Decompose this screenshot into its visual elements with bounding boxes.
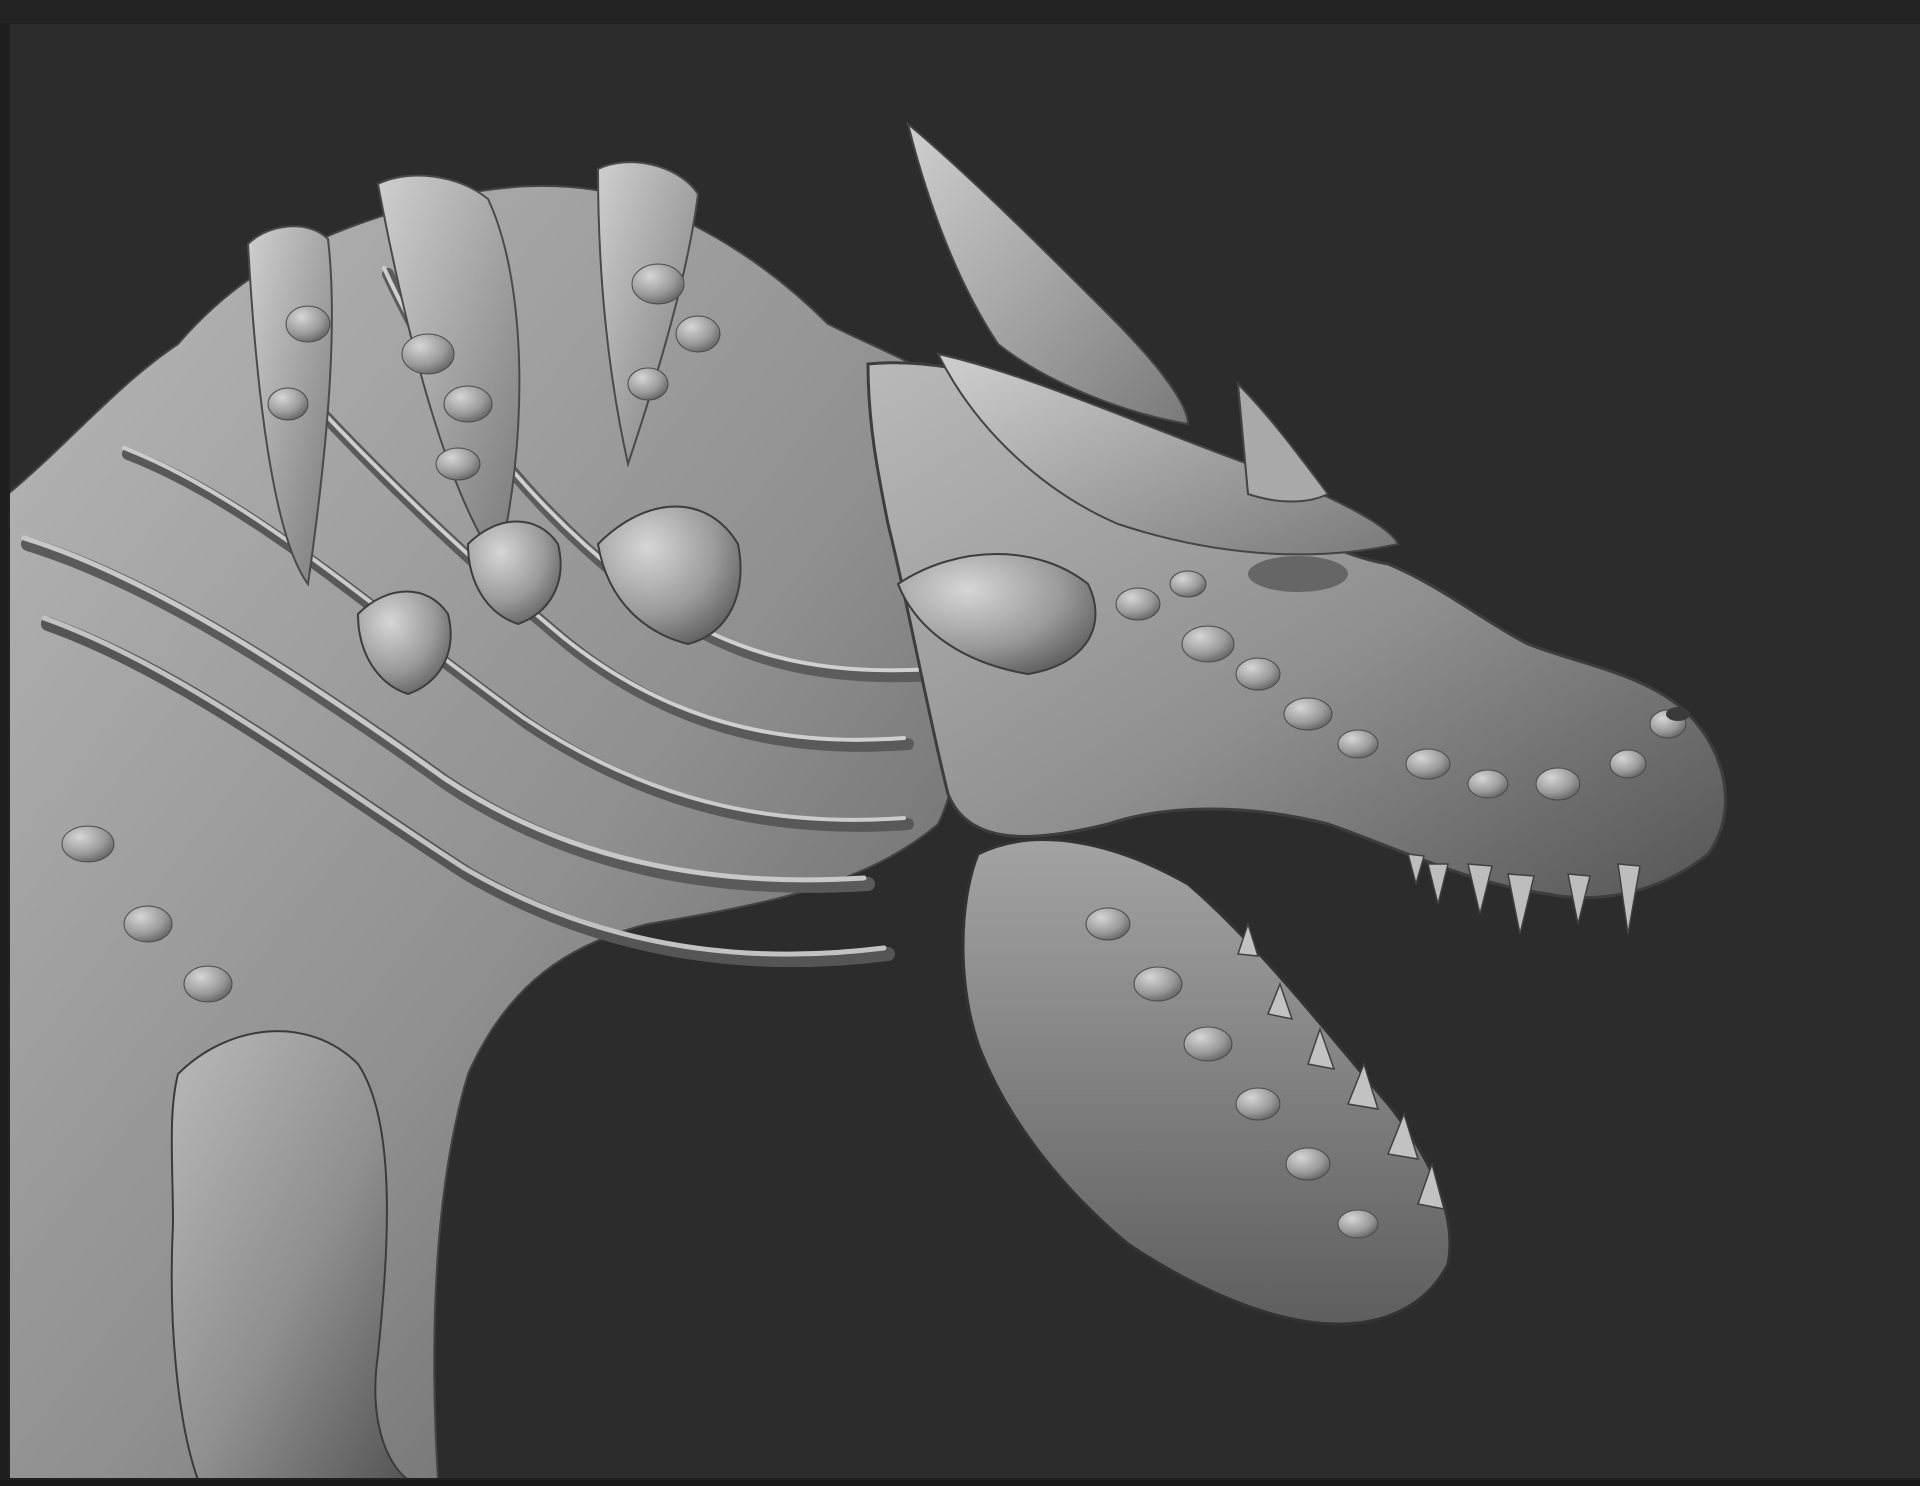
eye-socket: [1248, 556, 1348, 592]
nostril: [1666, 707, 1690, 721]
3d-viewport-canvas[interactable]: [8, 24, 1920, 1480]
front-leg: [170, 1030, 410, 1480]
sculpting-app-window: [0, 0, 1920, 1486]
bottom-status-strip: [0, 1480, 1920, 1486]
dragon-sculpt-model[interactable]: [8, 24, 1920, 1480]
top-toolbar-strip: [0, 0, 1920, 23]
